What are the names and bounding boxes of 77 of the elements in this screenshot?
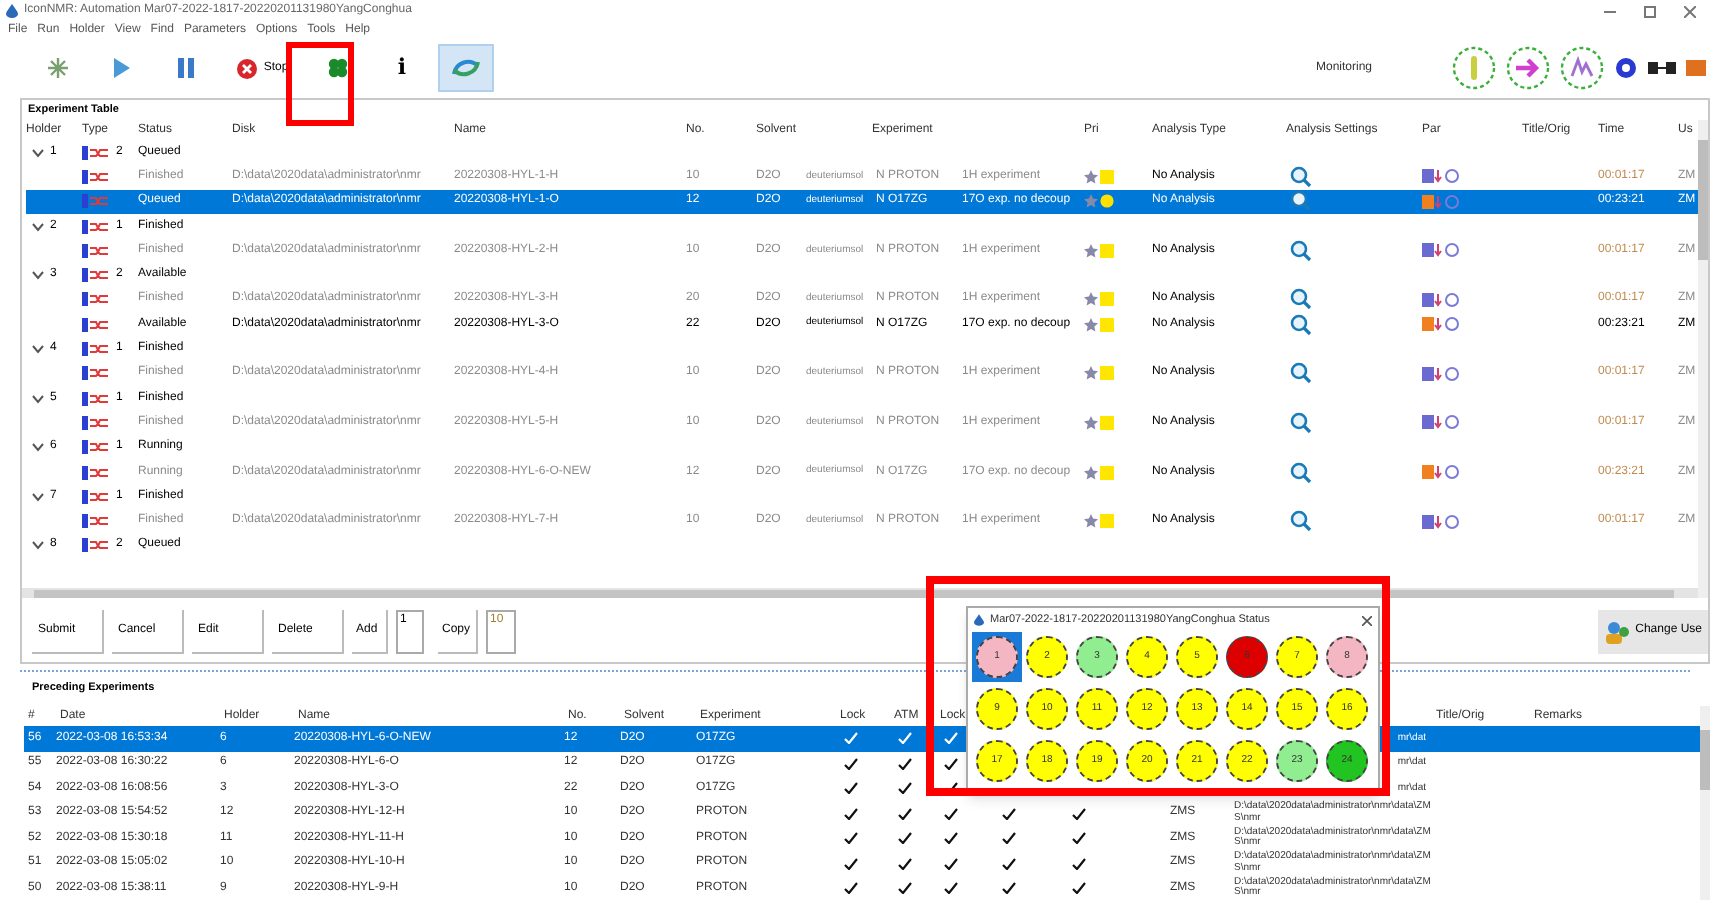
square-icon xyxy=(1100,366,1114,381)
square-icon xyxy=(1100,243,1114,258)
sample-type-icon xyxy=(82,219,110,234)
users-icon xyxy=(1603,619,1632,643)
square-icon xyxy=(1100,514,1114,529)
sample-type-icon xyxy=(82,514,110,529)
help-icon[interactable] xyxy=(1614,56,1638,80)
star-icon xyxy=(1084,366,1098,381)
pause-icon xyxy=(176,56,196,80)
arrow-button-icon[interactable] xyxy=(1506,46,1550,90)
stop-icon xyxy=(235,57,258,79)
app-logo-icon xyxy=(974,614,984,626)
magnifier-icon xyxy=(1290,510,1312,533)
close-icon[interactable] xyxy=(1684,5,1696,17)
swirl-icon xyxy=(450,54,482,82)
sample-type-icon xyxy=(82,366,110,381)
sample-type-icon xyxy=(82,169,110,184)
sample-type-icon xyxy=(82,415,110,430)
app-logo-icon xyxy=(6,4,18,18)
sample-type-icon xyxy=(82,317,110,332)
magnifier-icon xyxy=(1290,288,1312,311)
magnifier-icon xyxy=(1290,239,1312,262)
sample-type-icon xyxy=(82,391,110,406)
star-icon xyxy=(1084,415,1098,430)
expand-chevron-icon[interactable] xyxy=(32,393,44,404)
vertical-scrollbar[interactable] xyxy=(1698,120,1708,598)
magnifier-icon xyxy=(1290,313,1312,336)
square-icon xyxy=(1100,415,1114,430)
star-icon xyxy=(1084,514,1098,529)
magnifier-icon xyxy=(1290,362,1312,385)
thermometer-button-icon[interactable] xyxy=(1452,46,1496,90)
play-icon xyxy=(112,56,132,80)
spectrum-button-icon[interactable] xyxy=(1560,46,1604,90)
square-icon xyxy=(1100,169,1114,184)
sample-type-icon xyxy=(82,440,110,455)
sparkle-icon xyxy=(46,56,70,80)
expand-chevron-icon[interactable] xyxy=(32,221,44,232)
sample-type-icon xyxy=(82,243,110,258)
square-icon xyxy=(1100,292,1114,307)
expand-chevron-icon[interactable] xyxy=(32,344,44,355)
horizontal-scrollbar[interactable] xyxy=(22,588,1698,598)
star-icon xyxy=(1084,243,1098,258)
toolbar-button[interactable] xyxy=(438,44,494,92)
star-icon xyxy=(1084,169,1098,184)
clover-icon xyxy=(326,56,350,80)
sample-type-icon xyxy=(82,145,110,160)
transfer-icon[interactable] xyxy=(1648,56,1676,80)
magnifier-icon xyxy=(1290,190,1312,213)
highlight-frame xyxy=(286,42,354,126)
star-icon xyxy=(1084,292,1098,307)
maximize-icon[interactable] xyxy=(1644,5,1656,17)
star-icon xyxy=(1084,317,1098,332)
magnifier-icon xyxy=(1290,165,1312,188)
star-icon xyxy=(1084,194,1098,209)
expand-chevron-icon[interactable] xyxy=(32,442,44,453)
square-icon xyxy=(1100,317,1114,332)
sample-type-icon xyxy=(82,268,110,283)
star-icon xyxy=(1084,465,1098,479)
toolbar-button[interactable]: i xyxy=(374,44,430,92)
sample-type-icon xyxy=(82,538,110,553)
sample-type-icon xyxy=(82,465,110,479)
sample-type-icon xyxy=(82,342,110,357)
magnifier-icon xyxy=(1290,411,1312,434)
expand-chevron-icon[interactable] xyxy=(32,540,44,551)
dot-icon xyxy=(1100,194,1114,209)
minimize-icon[interactable] xyxy=(1604,5,1616,17)
sample-type-icon xyxy=(82,194,110,209)
sample-type-icon xyxy=(82,292,110,307)
user-switch-icon[interactable] xyxy=(1686,56,1706,80)
expand-chevron-icon[interactable] xyxy=(32,491,44,502)
expand-chevron-icon[interactable] xyxy=(32,147,44,158)
close-icon[interactable] xyxy=(1362,615,1372,625)
sample-type-icon xyxy=(82,489,110,504)
magnifier-icon xyxy=(1290,461,1312,483)
square-icon xyxy=(1100,465,1114,479)
expand-chevron-icon[interactable] xyxy=(32,270,44,281)
vertical-scrollbar[interactable] xyxy=(1700,706,1710,900)
